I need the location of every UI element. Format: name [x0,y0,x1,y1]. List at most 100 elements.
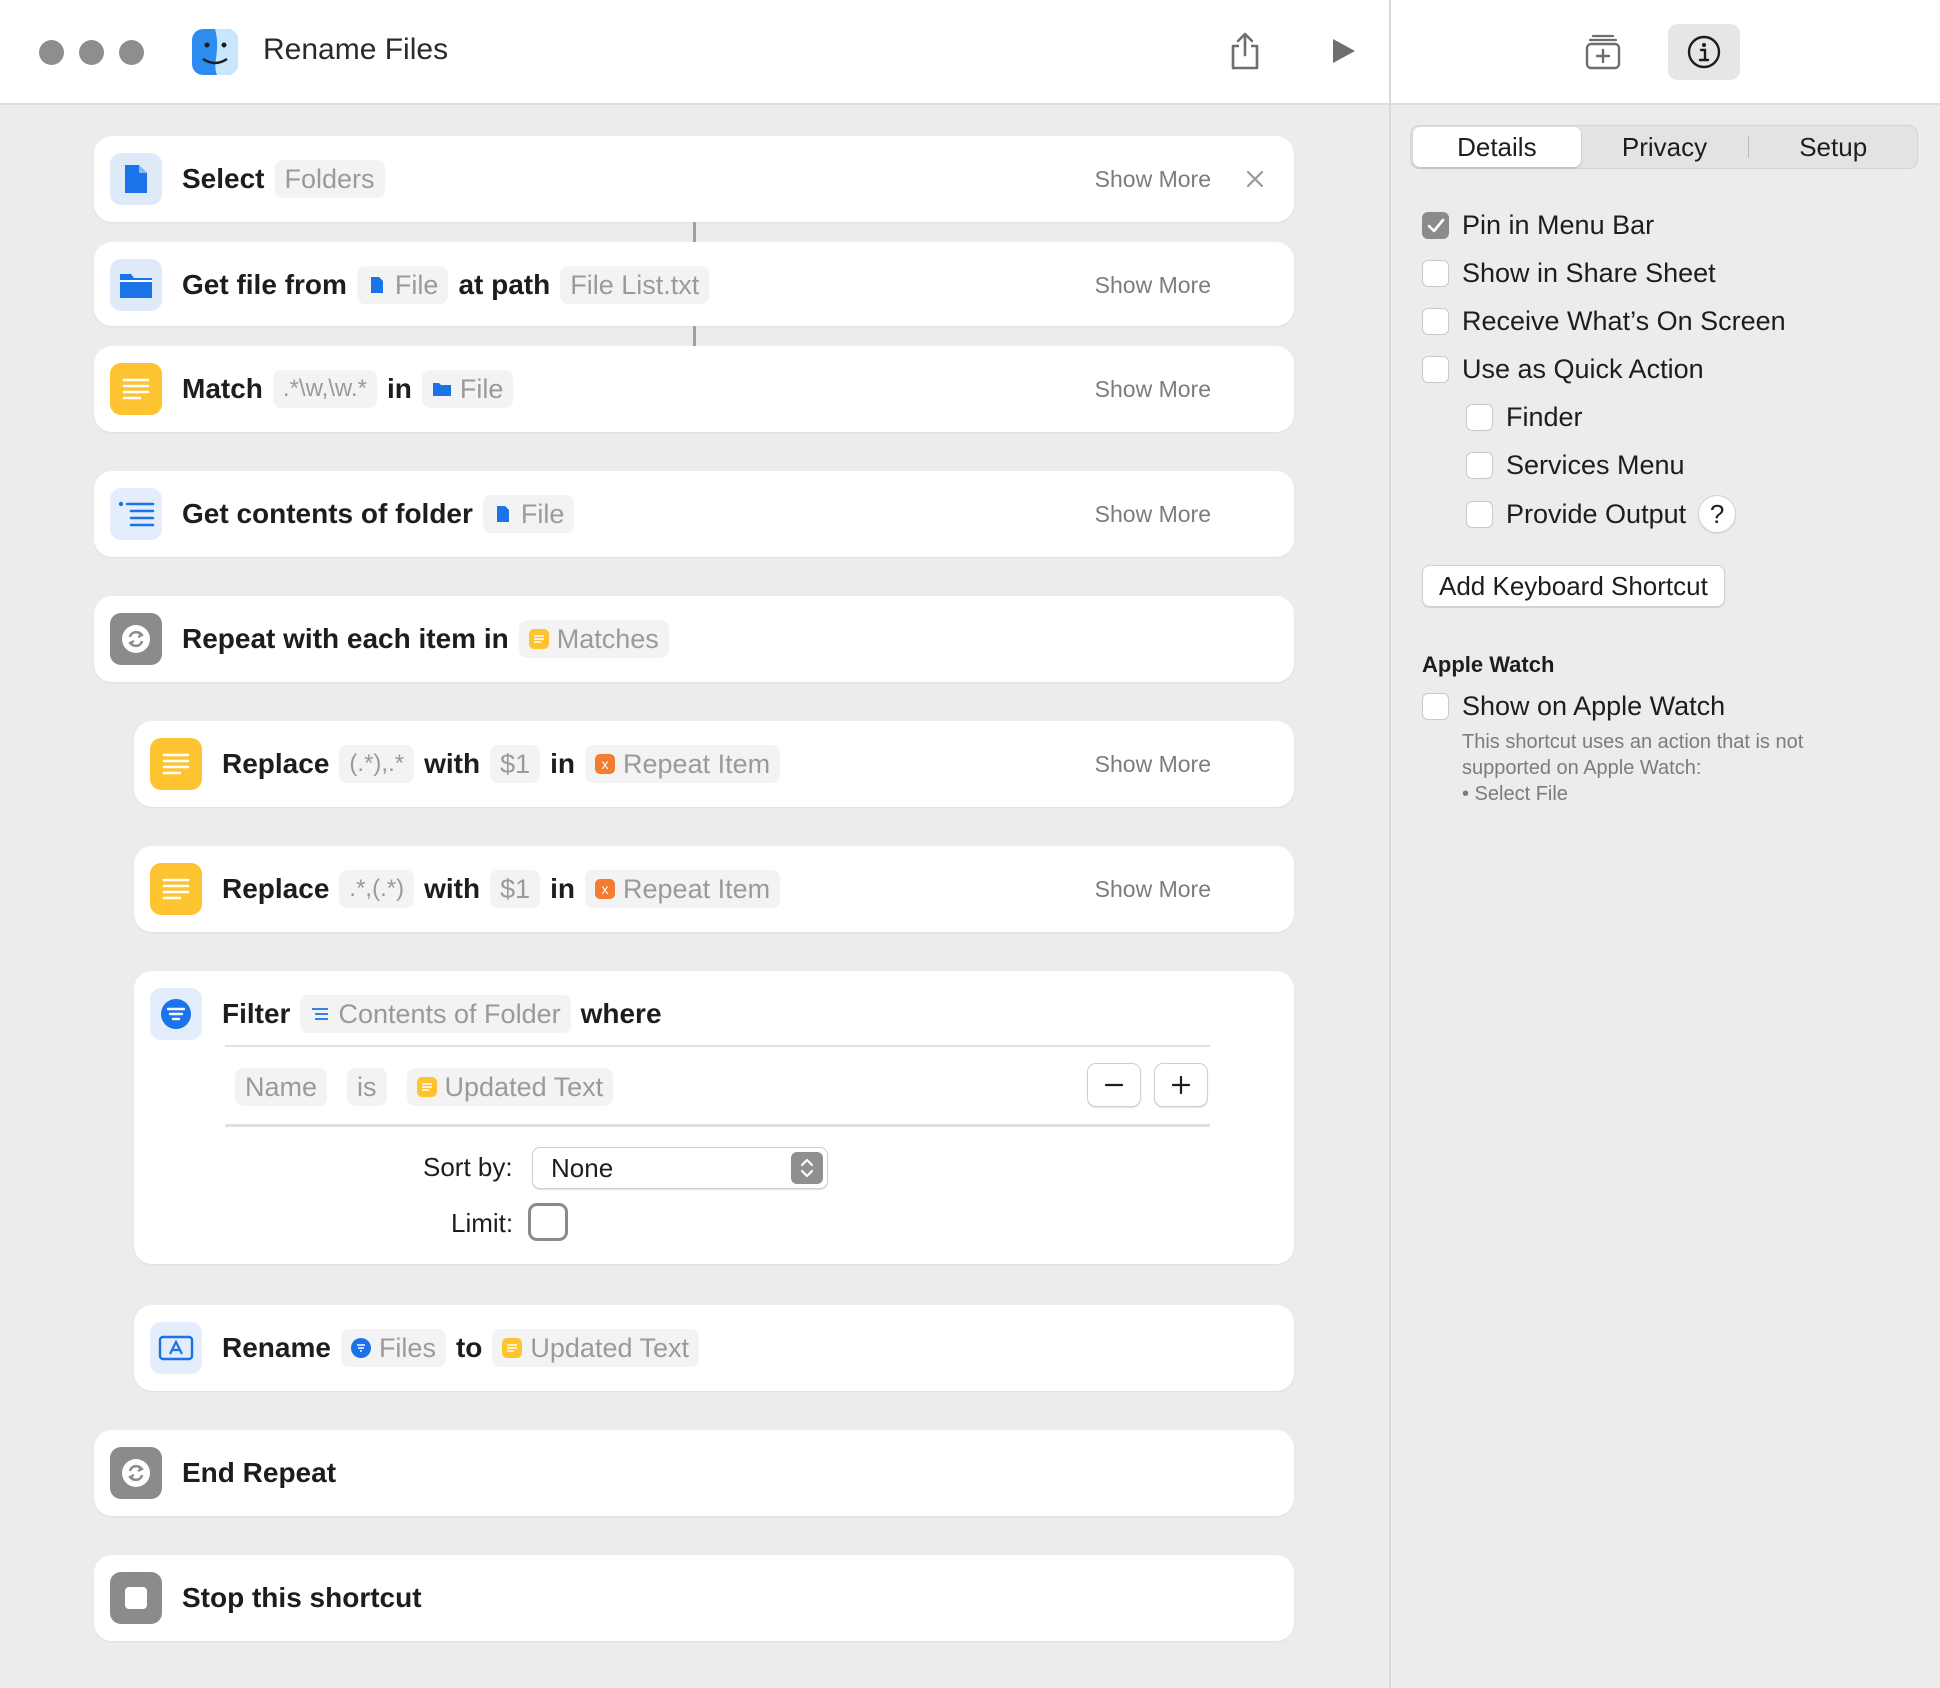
action-select-file[interactable]: Select Folders Show More [94,136,1294,222]
share-button[interactable] [1220,26,1270,76]
action-end-repeat[interactable]: End Repeat [94,1430,1294,1516]
path-token[interactable]: File List.txt [560,266,710,304]
param-token[interactable]: x Repeat Item [585,870,781,908]
checkmark-icon [1427,218,1444,232]
add-condition-button[interactable] [1154,1063,1208,1107]
param-token[interactable]: Files [340,1329,446,1367]
action-connector [693,326,696,346]
checkbox[interactable] [1466,404,1493,431]
param-token[interactable]: Matches [518,620,669,658]
text-icon [150,738,202,790]
condition-value[interactable]: Updated Text [406,1068,614,1106]
details-info-button[interactable] [1668,24,1740,80]
show-more-button[interactable]: Show More [1095,471,1211,557]
pattern-token[interactable]: (.*),.* [339,745,415,783]
checkbox[interactable] [1422,356,1449,383]
checkbox-checked[interactable] [1422,212,1449,239]
limit-label: Limit: [451,1208,514,1238]
filter-divider [225,1045,1210,1047]
action-replace-2[interactable]: Replace .*,(.*) with $1 in x Repeat Item… [134,846,1294,932]
show-more-button[interactable]: Show More [1095,846,1211,932]
close-icon[interactable] [1240,164,1270,194]
minus-icon [1104,1083,1124,1087]
show-more-button[interactable]: Show More [1095,136,1211,222]
action-rename[interactable]: Rename Files to Updated Text [134,1305,1294,1391]
param-token[interactable]: File [356,266,449,304]
play-icon [1333,39,1355,63]
action-repeat[interactable]: Repeat with each item in Matches [94,596,1294,682]
action-text: with [424,873,481,904]
list-icon [310,1004,330,1024]
condition-operator[interactable]: is [347,1068,387,1106]
tab-setup[interactable]: Setup [1749,127,1917,167]
title-bar: Rename Files [0,0,1390,105]
action-get-file[interactable]: Get file from File at path File List.txt… [94,242,1294,326]
chevron-updown-icon [791,1152,823,1184]
param-token[interactable]: Folders [274,160,385,198]
option-finder[interactable]: Finder [1466,402,1583,433]
option-receive-screen[interactable]: Receive What’s On Screen [1422,306,1786,337]
option-services-menu[interactable]: Services Menu [1466,450,1685,481]
option-provide-output[interactable]: Provide Output ? [1466,495,1737,533]
action-verb: Repeat with each item in [182,623,509,654]
sort-by-label: Sort by: [423,1152,513,1182]
action-verb: End Repeat [182,1457,337,1488]
shortcuts-window: Rename Files Select Folders Show More Ge… [0,0,1940,1688]
condition-field[interactable]: Name [235,1068,328,1106]
show-more-button[interactable]: Show More [1095,346,1211,432]
checkbox[interactable] [1422,693,1449,720]
tab-details[interactable]: Details [1413,127,1581,167]
param-token[interactable]: x Repeat Item [585,745,781,783]
value-token[interactable]: $1 [490,870,541,908]
checkbox[interactable] [1422,260,1449,287]
action-text: at path [458,269,551,300]
add-keyboard-shortcut-button[interactable]: Add Keyboard Shortcut [1422,565,1725,607]
option-show-apple-watch[interactable]: Show on Apple Watch [1422,691,1725,722]
document-icon [110,153,162,205]
file-icon [493,504,513,524]
show-more-button[interactable]: Show More [1095,721,1211,807]
remove-condition-button[interactable] [1087,1063,1141,1107]
help-button[interactable]: ? [1698,495,1737,533]
action-text: where [580,998,662,1029]
action-text: with [424,748,481,779]
action-match-text[interactable]: Match .*\w,\w.* in File Show More [94,346,1294,432]
value-token[interactable]: Updated Text [492,1329,700,1367]
text-icon [502,1338,523,1358]
value-token[interactable]: $1 [490,745,541,783]
apple-watch-note: This shortcut uses an action that is not… [1462,731,1804,805]
apple-watch-heading: Apple Watch [1422,652,1555,677]
pattern-token[interactable]: .*\w,\w.* [272,370,377,408]
minimize-window-button[interactable] [79,40,104,65]
option-quick-action[interactable]: Use as Quick Action [1422,354,1704,385]
show-more-button[interactable]: Show More [1095,242,1211,328]
close-window-button[interactable] [39,40,64,65]
action-connector [693,222,696,242]
param-token[interactable]: File [482,495,575,533]
tab-privacy[interactable]: Privacy [1581,127,1749,167]
action-text: to [455,1332,483,1363]
action-stop-shortcut[interactable]: Stop this shortcut [94,1555,1294,1641]
option-share-sheet[interactable]: Show in Share Sheet [1422,258,1716,289]
checkbox[interactable] [1466,500,1493,528]
pattern-token[interactable]: .*,(.*) [339,870,415,908]
sort-by-select[interactable]: None [532,1147,828,1189]
option-pin-menu-bar[interactable]: Pin in Menu Bar [1422,210,1654,241]
action-verb: Stop this shortcut [182,1582,422,1613]
inspector-toolbar [1391,0,1940,105]
variable-icon: x [595,754,616,774]
param-token[interactable]: File [421,370,514,408]
folder-icon [110,259,162,311]
param-token[interactable]: Contents of Folder [300,995,571,1033]
action-replace-1[interactable]: Replace (.*),.* with $1 in x Repeat Item… [134,721,1294,807]
action-library-button[interactable] [1567,24,1639,80]
checkbox[interactable] [1466,452,1493,479]
limit-checkbox[interactable] [528,1203,568,1241]
run-button[interactable] [1318,26,1368,76]
rename-icon [150,1322,202,1374]
action-get-folder-contents[interactable]: Get contents of folder File Show More [94,471,1294,557]
action-filter[interactable]: Filter Contents of Folder where [134,971,1294,1264]
checkbox[interactable] [1422,308,1449,335]
action-text: in [386,373,412,404]
zoom-window-button[interactable] [119,40,144,65]
